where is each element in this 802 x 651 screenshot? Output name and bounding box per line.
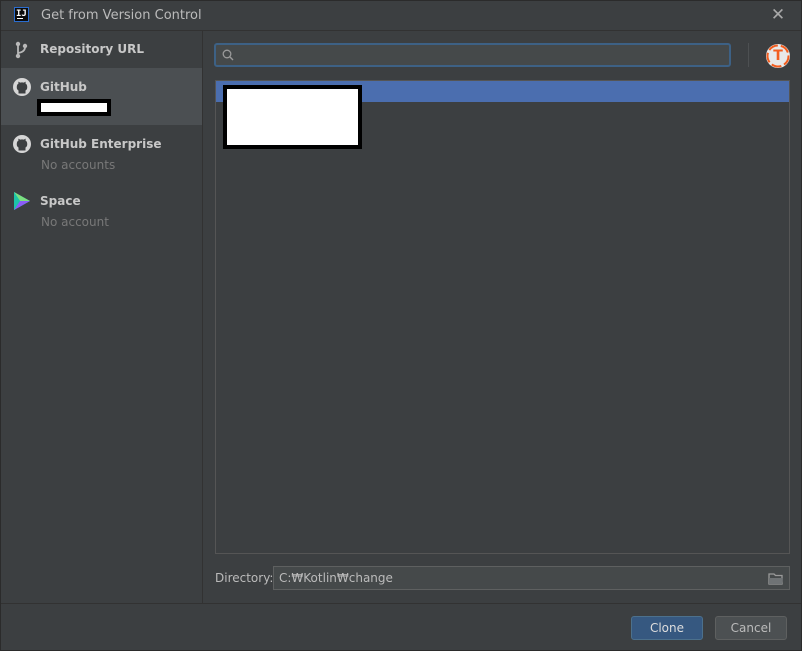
branch-icon — [15, 41, 28, 59]
github-icon — [13, 135, 31, 153]
avatar[interactable]: T — [766, 44, 790, 68]
sidebar-item-label: GitHub Enterprise — [40, 137, 162, 151]
space-icon — [14, 192, 30, 210]
search-icon — [222, 49, 234, 61]
github-icon — [13, 78, 31, 96]
cancel-button[interactable]: Cancel — [715, 616, 787, 640]
sidebar: Repository URL GitHub GitHub Enterprise … — [1, 31, 203, 603]
sidebar-item-label: Space — [40, 194, 81, 208]
sidebar-item-label: Repository URL — [40, 42, 144, 56]
redacted-account-name — [37, 99, 111, 116]
intellij-logo-icon: IJ — [14, 7, 29, 22]
sidebar-item-space[interactable]: Space No account — [1, 182, 202, 239]
dialog-window: IJ Get from Version Control ✕ Repository… — [0, 0, 802, 651]
sidebar-item-sublabel: No accounts — [41, 158, 116, 172]
footer-divider — [1, 603, 801, 604]
close-icon[interactable]: ✕ — [769, 6, 787, 24]
search-input[interactable] — [214, 43, 731, 67]
dialog-title: Get from Version Control — [41, 8, 202, 23]
sidebar-item-label: GitHub — [40, 80, 87, 94]
directory-label: Directory: — [215, 571, 274, 585]
sidebar-item-sublabel: No account — [41, 215, 109, 229]
toolbar-separator — [748, 43, 749, 67]
sidebar-item-github-enterprise[interactable]: GitHub Enterprise No accounts — [1, 125, 202, 182]
avatar-letter: T — [773, 48, 783, 64]
sidebar-item-github[interactable]: GitHub — [1, 68, 202, 125]
directory-field[interactable]: C:₩Kotlin₩change — [273, 566, 790, 590]
folder-icon[interactable] — [768, 572, 784, 585]
repository-list[interactable] — [215, 80, 790, 554]
redacted-repository-names — [223, 85, 362, 149]
clone-button[interactable]: Clone — [631, 616, 703, 640]
sidebar-item-repository-url[interactable]: Repository URL — [1, 31, 202, 68]
directory-value: C:₩Kotlin₩change — [279, 571, 393, 585]
title-bar[interactable]: IJ Get from Version Control ✕ — [1, 1, 801, 31]
